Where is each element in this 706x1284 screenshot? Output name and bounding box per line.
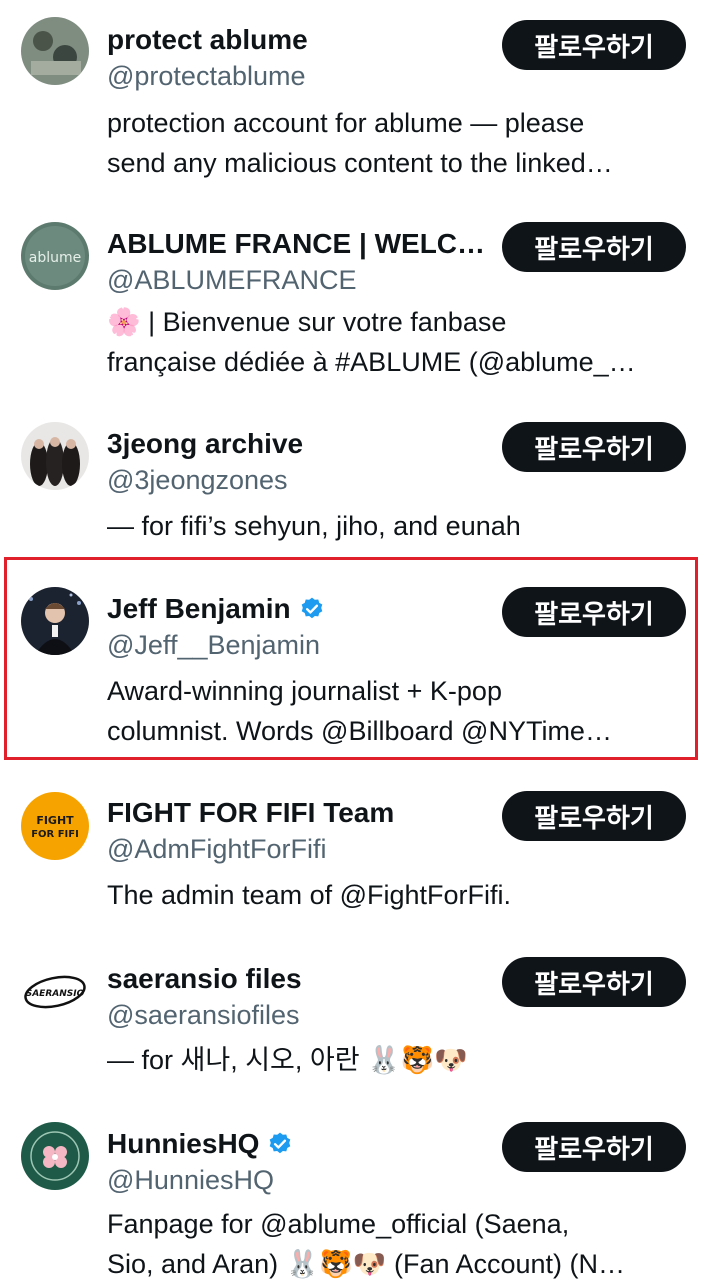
handle[interactable]: @Jeff__Benjamin [107, 627, 320, 663]
follow-button[interactable]: 팔로우하기 [502, 791, 686, 841]
bio: Award-winning journalist + K-pop columnis… [107, 676, 612, 746]
bio: — for 새나, 시오, 아란 🐰🐯🐶 [107, 1045, 468, 1075]
bio: — for fifi’s sehyun, jiho, and eunah [107, 511, 521, 541]
handle[interactable]: @protectablume [107, 58, 306, 94]
display-name[interactable]: Jeff Benjamin [107, 591, 325, 627]
avatar[interactable] [21, 587, 89, 655]
follow-button[interactable]: 팔로우하기 [502, 20, 686, 70]
handle[interactable]: @HunniesHQ [107, 1162, 274, 1198]
bio: Fanpage for @ablume_official (Saena, Sio,… [107, 1209, 626, 1279]
avatar[interactable] [21, 422, 89, 490]
display-name[interactable]: 3jeong archive [107, 426, 303, 462]
bio: protection account for ablume — please se… [107, 108, 613, 178]
avatar[interactable]: SAERANSIO [21, 958, 89, 1026]
follow-button[interactable]: 팔로우하기 [502, 222, 686, 272]
avatar[interactable] [21, 17, 89, 85]
bio: The admin team of @FightForFifi. [107, 880, 512, 910]
svg-text:FOR FIFI: FOR FIFI [31, 829, 79, 840]
handle[interactable]: @ABLUMEFRANCE [107, 262, 356, 298]
follow-button[interactable]: 팔로우하기 [502, 957, 686, 1007]
avatar[interactable]: ablume [21, 222, 89, 290]
avatar[interactable]: FIGHT FOR FIFI [21, 792, 89, 860]
handle[interactable]: @3jeongzones [107, 462, 288, 498]
bio: 🌸 | Bienvenue sur votre fanbase française… [107, 307, 636, 377]
display-name[interactable]: HunniesHQ [107, 1126, 293, 1162]
avatar-wordmark: SAERANSIO [26, 989, 85, 999]
avatar[interactable] [21, 1122, 89, 1190]
display-name[interactable]: FIGHT FOR FIFI Team [107, 795, 394, 831]
verified-badge-icon [270, 1132, 291, 1154]
handle[interactable]: @AdmFightForFifi [107, 831, 326, 867]
follow-button[interactable]: 팔로우하기 [502, 587, 686, 637]
handle[interactable]: @saeransiofiles [107, 997, 300, 1033]
verified-badge-icon [301, 597, 322, 619]
display-name[interactable]: saeransio files [107, 961, 302, 997]
display-name[interactable]: protect ablume [107, 22, 308, 58]
svg-text:FIGHT: FIGHT [36, 814, 74, 827]
follow-button[interactable]: 팔로우하기 [502, 422, 686, 472]
avatar-wordmark: ablume [29, 250, 81, 266]
display-name[interactable]: ABLUME FRANCE | WELC… [107, 226, 485, 262]
follow-button[interactable]: 팔로우하기 [502, 1122, 686, 1172]
